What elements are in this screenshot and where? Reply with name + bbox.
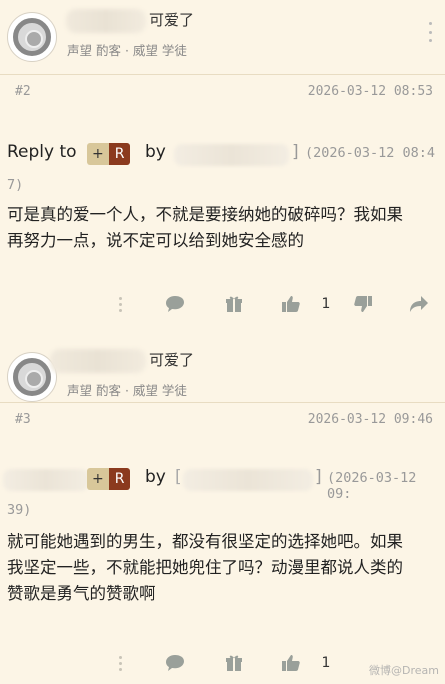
reply-badge-r: R (108, 468, 131, 490)
floor-number: #3 (15, 412, 31, 427)
share-icon[interactable] (408, 292, 430, 316)
replied-user-redacted[interactable] (174, 144, 289, 166)
author-name-suffix[interactable]: 可爱了 (149, 349, 194, 370)
reply-badge[interactable]: + R (87, 143, 131, 165)
post-body: 可是真的爱一个人，不就是要接纳她的破碎吗？我如果 再努力一点，说不定可以给到她安… (7, 202, 439, 254)
reply-ref-date-cont: 39) (7, 502, 32, 518)
reply-to-redacted (3, 469, 89, 491)
reply-ref-date: (2026-03-12 08:4 (305, 145, 436, 161)
post-body-line: 可是真的爱一个人，不就是要接纳她的破碎吗？我如果 (7, 205, 403, 224)
reply-badge[interactable]: + R (87, 468, 131, 490)
post-actions: 1 (0, 292, 445, 322)
gift-icon[interactable] (224, 292, 244, 316)
thumbs-down-icon[interactable] (352, 292, 374, 316)
like-count: 1 (321, 296, 331, 312)
actions-more-icon[interactable] (117, 651, 123, 675)
post-header: 可爱了 声望 酌客 · 威望 学徒 (0, 0, 445, 80)
gift-icon[interactable] (224, 651, 244, 675)
reply-reference: + R by [ ] (2026-03-12 09: (3, 467, 437, 502)
reply-ref-date: (2026-03-12 09: (327, 470, 417, 502)
author-meta: 声望 酌客 · 威望 学徒 (67, 383, 187, 398)
avatar-image (13, 358, 51, 396)
reply-badge-plus: + (87, 468, 109, 490)
bracket-close: ] (315, 467, 322, 487)
avatar[interactable] (7, 12, 57, 62)
post-body-line: 再努力一点，说不定可以给到她安全感的 (7, 231, 304, 250)
bracket-open: [ (175, 467, 182, 487)
post-datetime: 2026-03-12 09:46 (307, 412, 433, 427)
thumbs-up-icon[interactable] (280, 651, 302, 675)
actions-more-icon[interactable] (117, 292, 123, 316)
reply-badge-plus: + (87, 143, 109, 165)
author-name-suffix[interactable]: 可爱了 (149, 9, 194, 30)
post-floor-3: 可爱了 声望 酌客 · 威望 学徒 #3 2026-03-12 09:46 + … (0, 340, 445, 684)
post-floor-2: 可爱了 声望 酌客 · 威望 学徒 #2 2026-03-12 08:53 Re… (0, 0, 445, 340)
reply-ref-date-cont: 7) (7, 177, 24, 193)
comment-icon[interactable] (164, 651, 186, 675)
author-name-redacted[interactable] (50, 349, 146, 373)
thumbs-up-icon[interactable] (280, 292, 302, 316)
by-label: by (145, 142, 166, 162)
bracket-close: ] (292, 142, 299, 162)
reply-badge-r: R (108, 143, 131, 165)
watermark: 微博@Dream (369, 664, 439, 677)
post-datetime: 2026-03-12 08:53 (307, 84, 433, 99)
author-meta: 声望 酌客 · 威望 学徒 (67, 43, 187, 58)
by-label: by (145, 467, 166, 487)
post-header: 可爱了 声望 酌客 · 威望 学徒 (0, 340, 445, 420)
post-body-line: 赞歌是勇气的赞歌啊 (7, 584, 156, 603)
floor-number: #2 (15, 84, 31, 99)
post-body-line: 就可能她遇到的男生，都没有很坚定的选择她吧。如果 (7, 532, 403, 551)
divider (0, 74, 445, 75)
reply-to-label: Reply to (7, 142, 77, 162)
post-body: 就可能她遇到的男生，都没有很坚定的选择她吧。如果 我坚定一些，不就能把她兜住了吗… (7, 529, 439, 607)
post-body-line: 我坚定一些，不就能把她兜住了吗？动漫里都说人类的 (7, 558, 403, 577)
divider (0, 402, 445, 403)
like-count: 1 (321, 655, 331, 671)
avatar-image (13, 18, 51, 56)
comment-icon[interactable] (164, 292, 186, 316)
author-name-redacted[interactable] (66, 9, 146, 33)
more-options-icon[interactable] (427, 22, 433, 42)
reply-reference: Reply to + R by ] (2026-03-12 08:4 (7, 142, 437, 170)
replied-user-redacted[interactable] (183, 469, 313, 491)
